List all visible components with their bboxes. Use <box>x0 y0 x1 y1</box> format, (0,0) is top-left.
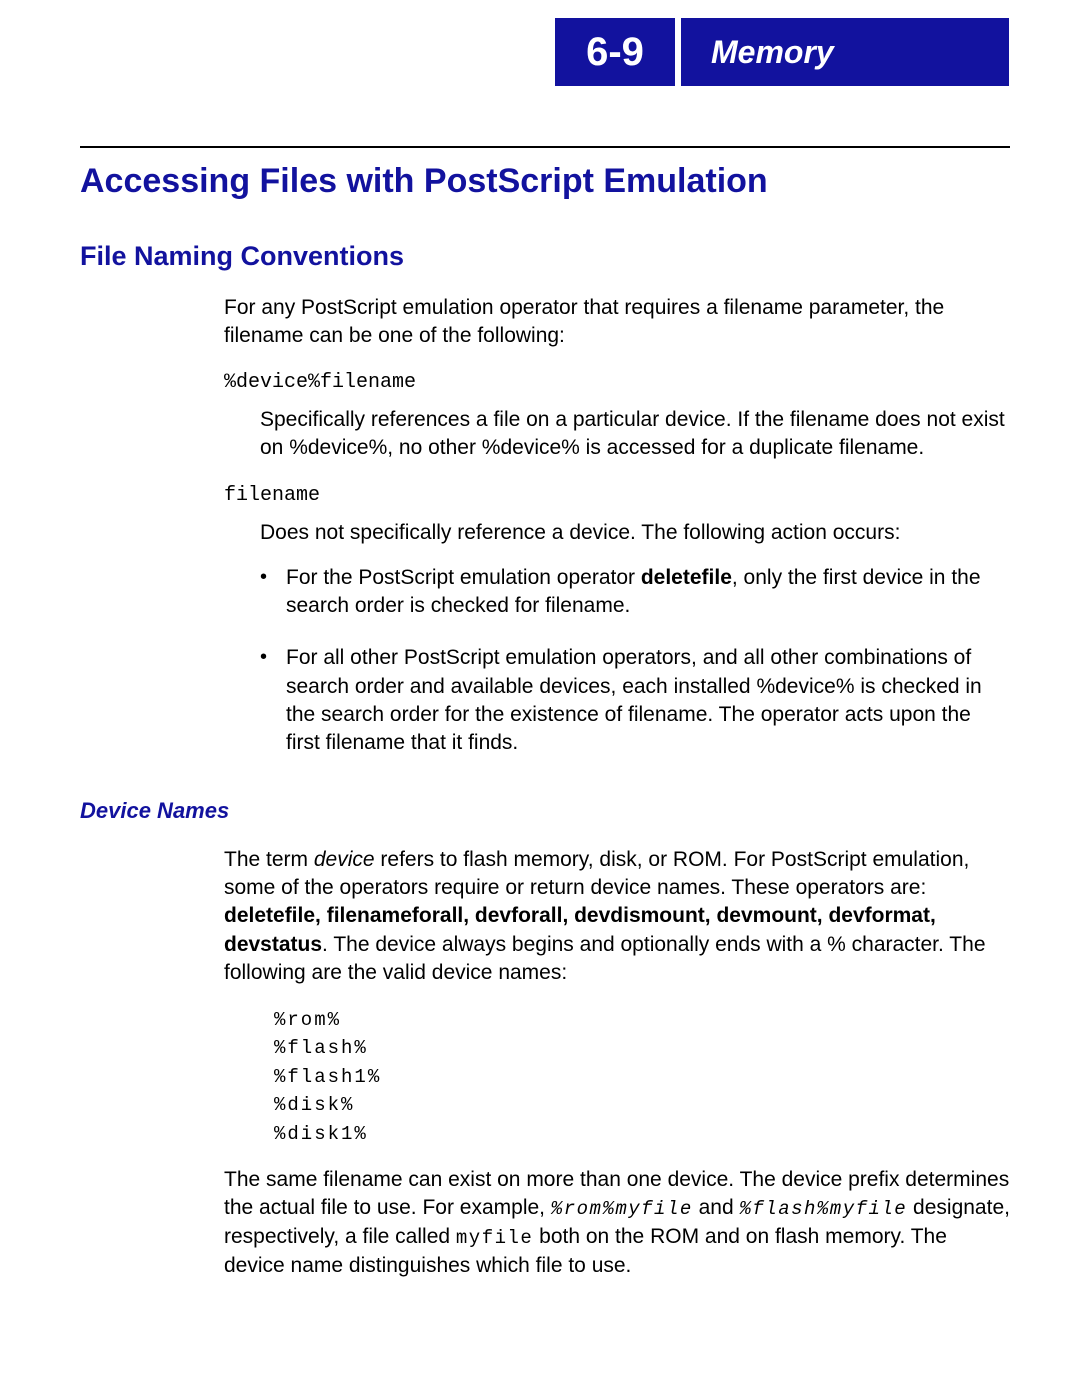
bullet1-text-a: For the PostScript emulation operator <box>286 566 641 589</box>
p2-code2: %flash%myfile <box>739 1198 907 1220</box>
section1-body: For any PostScript emulation operator th… <box>224 294 1010 758</box>
section-heading-file-naming: File Naming Conventions <box>80 241 1010 272</box>
chapter-title-box: Memory <box>681 18 1009 86</box>
page-header: 6-9 Memory <box>555 18 1080 86</box>
term-device-filename: %device%filename <box>224 369 1010 396</box>
device-names-codeblock: %rom% %flash% %flash1% %disk% %disk1% <box>274 1006 1010 1149</box>
p2-code1: %rom%myfile <box>551 1198 693 1220</box>
section-heading-device-names: Device Names <box>80 798 1010 824</box>
desc-filename: Does not specifically reference a device… <box>260 519 1010 547</box>
filename-bullet-list: For the PostScript emulation operator de… <box>260 564 1010 758</box>
p1-ital: device <box>314 848 375 871</box>
page-content: Accessing Files with PostScript Emulatio… <box>80 146 1010 1280</box>
p2-mid1: and <box>693 1196 740 1219</box>
chapter-title: Memory <box>711 34 834 71</box>
page-title: Accessing Files with PostScript Emulatio… <box>80 162 1010 201</box>
term-filename: filename <box>224 482 1010 509</box>
bullet-deletefile: For the PostScript emulation operator de… <box>260 564 1010 621</box>
page-number-box: 6-9 <box>555 18 675 86</box>
page-number: 6-9 <box>586 30 644 75</box>
desc-device-filename: Specifically references a file on a part… <box>260 406 1010 463</box>
horizontal-rule <box>80 146 1010 148</box>
section2-body: The term device refers to flash memory, … <box>224 846 1010 1280</box>
bullet1-bold: deletefile <box>641 566 732 589</box>
bullet-other-operators: For all other PostScript emulation opera… <box>260 644 1010 757</box>
device-names-paragraph1: The term device refers to flash memory, … <box>224 846 1010 988</box>
p1-a: The term <box>224 848 314 871</box>
device-names-paragraph2: The same filename can exist on more than… <box>224 1166 1010 1280</box>
p1-c: . The device always begins and optionall… <box>224 933 986 984</box>
intro-paragraph: For any PostScript emulation operator th… <box>224 294 1010 351</box>
p2-code3: myfile <box>456 1227 533 1249</box>
